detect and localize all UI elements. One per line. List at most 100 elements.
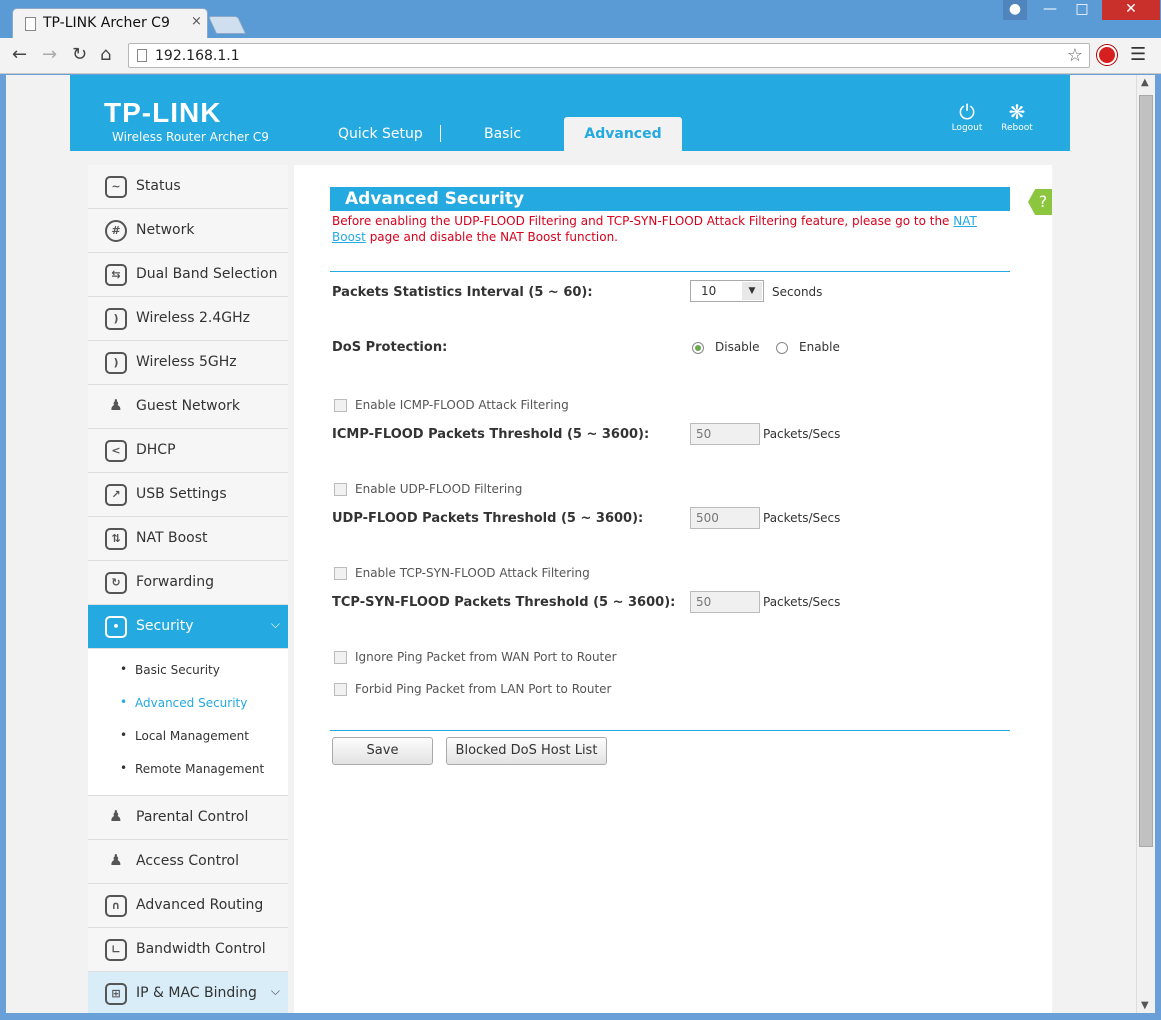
stop-icon[interactable] <box>1097 45 1117 65</box>
udp-flood-checkbox-label: Enable UDP-FLOOD Filtering <box>355 482 523 496</box>
udp-flood-checkbox[interactable] <box>334 483 347 496</box>
ignore-ping-label: Ignore Ping Packet from WAN Port to Rout… <box>355 650 617 664</box>
sidebar-item-label: NAT Boost <box>136 530 208 546</box>
submenu-label: Remote Management <box>135 762 265 776</box>
sidebar-item-parental-control[interactable]: ♟ Parental Control <box>88 796 288 840</box>
sidebar-item-label: IP & MAC Binding <box>136 985 257 1001</box>
sidebar-item-guest-network[interactable]: ♟ Guest Network <box>88 385 288 429</box>
sidebar-item-advanced-routing[interactable]: ∩ Advanced Routing <box>88 884 288 928</box>
sidebar-item-label: Access Control <box>136 853 239 869</box>
submenu-basic-security[interactable]: • Basic Security <box>88 655 288 688</box>
sidebar-item-label: Wireless 5GHz <box>136 354 237 370</box>
guest-icon: ♟ <box>109 396 123 414</box>
url-text[interactable]: 192.168.1.1 <box>155 48 240 64</box>
ignore-ping-checkbox[interactable] <box>334 651 347 664</box>
user-icon[interactable]: ● <box>1003 0 1027 20</box>
forbid-ping-checkbox[interactable] <box>334 683 347 696</box>
dual-band-icon: ⇆ <box>105 264 127 286</box>
warning-text-post: page and disable the NAT Boost function. <box>365 230 618 244</box>
icmp-threshold-label: ICMP-FLOOD Packets Threshold (5 ~ 3600): <box>332 427 650 442</box>
reload-icon[interactable]: ↻ <box>72 44 87 65</box>
logout-button[interactable]: ⏻ Logout <box>947 101 987 133</box>
sidebar-item-label: DHCP <box>136 442 176 458</box>
tcp-syn-flood-checkbox-label: Enable TCP-SYN-FLOOD Attack Filtering <box>355 566 590 580</box>
home-icon[interactable]: ⌂ <box>100 44 111 65</box>
browser-toolbar: ← → ↻ ⌂ 192.168.1.1 ☆ ☰ <box>0 38 1161 74</box>
close-window-button[interactable]: ✕ <box>1102 0 1160 20</box>
scroll-down-icon[interactable]: ▼ <box>1141 1000 1149 1011</box>
logout-icon: ⏻ <box>959 100 975 124</box>
address-bar[interactable]: 192.168.1.1 ☆ <box>128 43 1090 68</box>
sidebar-item-security[interactable]: • Security ⌵ <box>88 605 288 649</box>
tcp-unit: Packets/Secs <box>763 595 841 609</box>
bullet-icon: • <box>120 662 128 676</box>
sidebar-item-nat-boost[interactable]: ⇅ NAT Boost <box>88 517 288 561</box>
help-icon[interactable]: ? <box>1028 189 1052 215</box>
tcp-threshold-input[interactable]: 50 <box>690 591 760 613</box>
udp-threshold-input[interactable]: 500 <box>690 507 760 529</box>
sidebar-item-label: Forwarding <box>136 574 214 590</box>
sidebar-item-dhcp[interactable]: < DHCP <box>88 429 288 473</box>
bullet-icon: • <box>120 761 128 775</box>
forwarding-icon: ↻ <box>105 572 127 594</box>
parental-icon: ♟ <box>109 807 123 825</box>
nat-icon: ⇅ <box>105 528 127 550</box>
routing-icon: ∩ <box>105 895 127 917</box>
tab-quick-setup[interactable]: Quick Setup <box>338 126 423 142</box>
scrollbar-thumb[interactable] <box>1139 95 1153 847</box>
sidebar-item-label: Wireless 2.4GHz <box>136 310 251 326</box>
icmp-threshold-input[interactable]: 50 <box>690 423 760 445</box>
browser-titlebar: TP-LINK Archer C9 × ● — □ ✕ <box>0 0 1161 38</box>
submenu-label: Advanced Security <box>135 696 248 710</box>
nat-boost-warning: Before enabling the UDP-FLOOD Filtering … <box>332 213 992 245</box>
security-submenu: • Basic Security • Advanced Security • L… <box>88 649 288 796</box>
sidebar-item-wireless-24[interactable]: ) Wireless 2.4GHz <box>88 297 288 341</box>
sidebar-item-status[interactable]: ~ Status <box>88 165 288 209</box>
sidebar-item-usb[interactable]: ↗ USB Settings <box>88 473 288 517</box>
bullet-icon: • <box>120 695 128 709</box>
sidebar-item-network[interactable]: # Network <box>88 209 288 253</box>
router-model: Wireless Router Archer C9 <box>112 130 269 144</box>
router-header: TP-LINK Wireless Router Archer C9 Quick … <box>70 75 1070 151</box>
icmp-flood-checkbox[interactable] <box>334 399 347 412</box>
maximize-button[interactable]: □ <box>1068 0 1096 20</box>
sidebar-item-wireless-5[interactable]: ) Wireless 5GHz <box>88 341 288 385</box>
page-scrollbar[interactable]: ▲ ▼ <box>1136 75 1155 1013</box>
interval-select[interactable]: 10 ▼ <box>690 280 764 302</box>
submenu-remote-management[interactable]: • Remote Management <box>88 754 288 787</box>
globe-icon: # <box>105 220 127 242</box>
tcp-syn-flood-checkbox[interactable] <box>334 567 347 580</box>
divider <box>330 271 1010 272</box>
tab-advanced[interactable]: Advanced <box>564 117 682 151</box>
sidebar-item-ip-mac-binding[interactable]: ⊞ IP & MAC Binding ⌵ <box>88 972 288 1013</box>
warning-text-pre: Before enabling the UDP-FLOOD Filtering … <box>332 214 954 228</box>
forward-icon[interactable]: → <box>42 44 57 65</box>
udp-threshold-label: UDP-FLOOD Packets Threshold (5 ~ 3600): <box>332 511 644 526</box>
divider <box>330 730 1010 731</box>
dos-enable-radio[interactable] <box>776 342 788 354</box>
sidebar-item-label: Parental Control <box>136 809 249 825</box>
tab-basic[interactable]: Basic <box>484 126 521 142</box>
sidebar-item-forwarding[interactable]: ↻ Forwarding <box>88 561 288 605</box>
tab-close-icon[interactable]: × <box>191 14 202 29</box>
reboot-button[interactable]: ❋ Reboot <box>997 101 1037 133</box>
sidebar-item-access-control[interactable]: ♟ Access Control <box>88 840 288 884</box>
submenu-advanced-security[interactable]: • Advanced Security <box>88 688 288 721</box>
sidebar-item-bandwidth-control[interactable]: ∟ Bandwidth Control <box>88 928 288 972</box>
new-tab-button[interactable] <box>207 16 247 34</box>
logout-label: Logout <box>951 123 983 133</box>
menu-icon[interactable]: ☰ <box>1130 44 1146 65</box>
blocked-dos-host-list-button[interactable]: Blocked DoS Host List <box>446 737 607 765</box>
lock-icon: • <box>105 616 127 638</box>
minimize-button[interactable]: — <box>1036 0 1064 20</box>
dos-disable-radio[interactable] <box>692 342 704 354</box>
save-button[interactable]: Save <box>332 737 433 765</box>
browser-tab[interactable]: TP-LINK Archer C9 × <box>12 8 208 38</box>
bullet-icon: • <box>120 728 128 742</box>
back-icon[interactable]: ← <box>12 44 27 65</box>
sidebar-item-dual-band[interactable]: ⇆ Dual Band Selection <box>88 253 288 297</box>
scroll-up-icon[interactable]: ▲ <box>1141 77 1149 88</box>
star-icon[interactable]: ☆ <box>1067 45 1083 66</box>
sidebar-item-label: Dual Band Selection <box>136 266 278 282</box>
submenu-local-management[interactable]: • Local Management <box>88 721 288 754</box>
